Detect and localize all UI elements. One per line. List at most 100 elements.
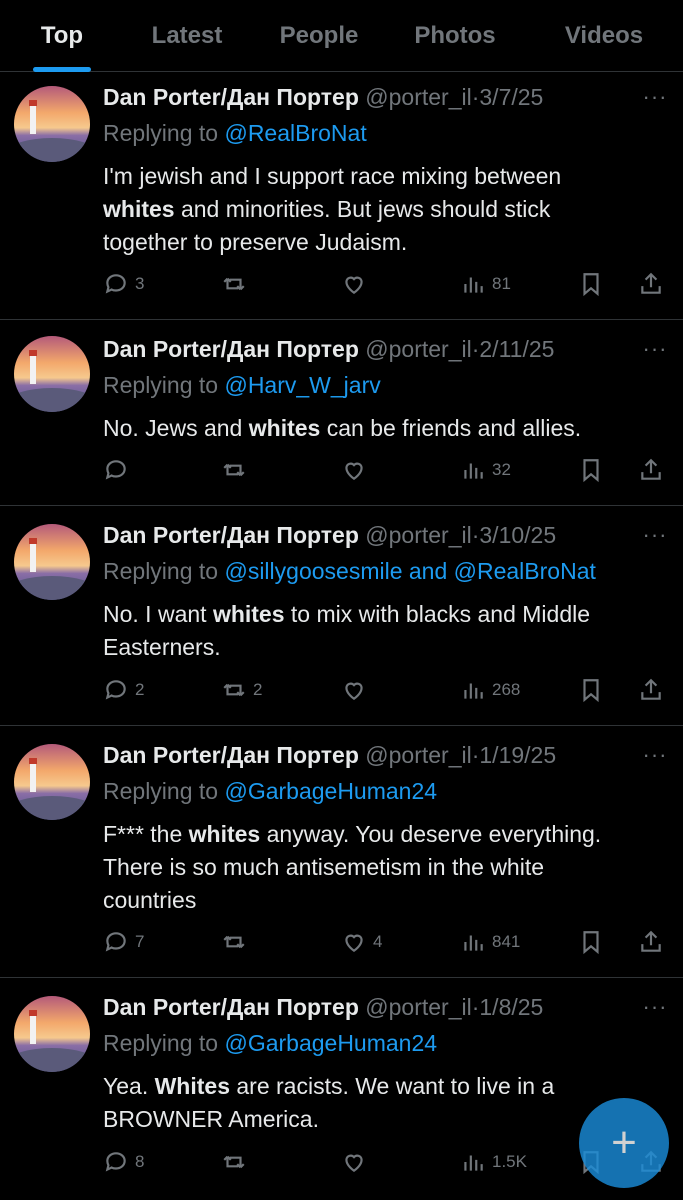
highlighted-term: whites [212, 601, 285, 627]
bookmark-button[interactable] [578, 270, 604, 298]
retweet-icon [223, 277, 245, 291]
more-options-icon[interactable]: ··· [641, 86, 669, 112]
highlighted-term: whites [103, 196, 175, 222]
author-name[interactable]: Dan Porter/Дан Портер [103, 336, 359, 362]
tweet-date[interactable]: 1/8/25 [479, 994, 543, 1020]
tweet-date[interactable]: 2/11/25 [479, 336, 554, 362]
tweet-text-line: BROWNER America. [103, 1106, 319, 1132]
share-button[interactable] [638, 928, 664, 956]
tab-people[interactable]: People [275, 22, 363, 52]
author-handle[interactable]: @porter_il [365, 742, 471, 768]
tweet[interactable]: Dan Porter/Дан Портер @porter_il·3/10/25… [0, 506, 683, 726]
reply-mention[interactable]: @RealBroNat [224, 120, 366, 146]
views-button[interactable]: 268 [460, 676, 520, 704]
more-options-icon[interactable]: ··· [641, 996, 669, 1022]
bookmark-icon [583, 931, 599, 955]
avatar[interactable] [14, 336, 90, 412]
more-options-icon[interactable]: ··· [641, 744, 669, 770]
author-name[interactable]: Dan Porter/Дан Портер [103, 84, 359, 110]
share-button[interactable] [638, 270, 664, 298]
bookmark-button[interactable] [578, 676, 604, 704]
reply-button[interactable]: 3 [103, 270, 144, 298]
retweet-icon [223, 935, 245, 949]
reply-mention[interactable]: @Harv_W_jarv [224, 372, 380, 398]
tweet-text: I'm jewish and I support race mixing bet… [103, 160, 658, 259]
reply-button[interactable]: 8 [103, 1148, 144, 1176]
tweet-text-line: to mix with blacks and Middle [284, 601, 591, 627]
reply-count: 2 [135, 680, 145, 699]
reply-mention[interactable]: @GarbageHuman24 [224, 778, 437, 804]
tweet-text-line: Easterners. [103, 634, 221, 660]
bookmark-button[interactable] [578, 456, 604, 484]
author-handle[interactable]: @porter_il [365, 336, 471, 362]
replying-to: Replying to @sillygoosesmile and @RealBr… [103, 558, 663, 585]
bookmark-icon [583, 273, 599, 297]
views-button[interactable]: 841 [460, 928, 520, 956]
author-name[interactable]: Dan Porter/Дан Портер [103, 742, 359, 768]
author-handle[interactable]: @porter_il [365, 522, 471, 548]
like-button[interactable] [341, 270, 373, 298]
reply-mention[interactable]: @GarbageHuman24 [224, 1030, 437, 1056]
compose-button[interactable]: + [579, 1098, 669, 1188]
share-icon [641, 458, 661, 480]
reply-count: 8 [135, 1152, 145, 1171]
avatar[interactable] [14, 744, 90, 820]
retweet-button[interactable] [221, 456, 253, 484]
tweet-date[interactable]: 3/7/25 [479, 84, 543, 110]
like-button[interactable] [341, 1148, 373, 1176]
reply-button[interactable]: 7 [103, 928, 144, 956]
bookmark-button[interactable] [578, 928, 604, 956]
tweet-text: Yea. Whites are racists. We want to live… [103, 1070, 658, 1136]
tweet-text-line: Yea. [103, 1073, 155, 1099]
retweet-button[interactable] [221, 928, 253, 956]
tweet[interactable]: Dan Porter/Дан Портер @porter_il·2/11/25… [0, 320, 683, 506]
author-handle[interactable]: @porter_il [365, 84, 471, 110]
tweet-date[interactable]: 1/19/25 [479, 742, 556, 768]
heart-icon [345, 462, 363, 480]
views-icon [464, 683, 483, 699]
author-name[interactable]: Dan Porter/Дан Портер [103, 994, 359, 1020]
tweet-header: Dan Porter/Дан Портер @porter_il·1/8/25 [103, 994, 623, 1024]
reply-button[interactable]: 2 [103, 676, 144, 704]
views-icon [464, 1155, 483, 1171]
tweet-date[interactable]: 3/10/25 [479, 522, 556, 548]
retweet-button[interactable] [221, 1148, 253, 1176]
tweet[interactable]: Dan Porter/Дан Портер @porter_il·1/8/25 … [0, 978, 683, 1200]
views-button[interactable]: 1.5K [460, 1148, 527, 1176]
views-button[interactable]: 81 [460, 270, 511, 298]
author-name[interactable]: Dan Porter/Дан Портер [103, 522, 359, 548]
tweet[interactable]: Dan Porter/Дан Портер @porter_il·1/19/25… [0, 726, 683, 978]
reply-icon [105, 274, 126, 294]
tab-latest[interactable]: Latest [146, 22, 228, 52]
tweet-text-line: No. I want [103, 601, 213, 627]
bookmark-icon [583, 459, 599, 483]
like-button[interactable]: 4 [341, 928, 382, 956]
reply-icon [105, 460, 126, 480]
views-button[interactable]: 32 [460, 456, 511, 484]
tweet[interactable]: Dan Porter/Дан Портер @porter_il·3/7/25 … [0, 72, 683, 320]
reply-count: 3 [135, 274, 145, 293]
tab-videos[interactable]: Videos [560, 22, 648, 52]
reply-mention[interactable]: @sillygoosesmile [224, 558, 402, 584]
retweet-button[interactable] [221, 270, 253, 298]
share-button[interactable] [638, 676, 664, 704]
reply-button[interactable] [103, 456, 135, 484]
heart-icon [345, 934, 363, 952]
tweet-header: Dan Porter/Дан Портер @porter_il·1/19/25 [103, 742, 623, 772]
more-options-icon[interactable]: ··· [641, 338, 669, 364]
avatar[interactable] [14, 86, 90, 162]
retweet-button[interactable]: 2 [221, 676, 262, 704]
share-button[interactable] [638, 456, 664, 484]
avatar[interactable] [14, 524, 90, 600]
like-button[interactable] [341, 676, 373, 704]
tweet-text: F*** the whites anyway. You deserve ever… [103, 818, 658, 917]
reply-mention[interactable]: @RealBroNat [454, 558, 596, 584]
more-options-icon[interactable]: ··· [641, 524, 669, 550]
tab-photos[interactable]: Photos [410, 22, 500, 52]
author-handle[interactable]: @porter_il [365, 994, 471, 1020]
tab-top[interactable]: Top [38, 22, 86, 52]
plus-icon: + [611, 1118, 637, 1167]
avatar[interactable] [14, 996, 90, 1072]
bookmark-icon [583, 679, 599, 703]
like-button[interactable] [341, 456, 373, 484]
